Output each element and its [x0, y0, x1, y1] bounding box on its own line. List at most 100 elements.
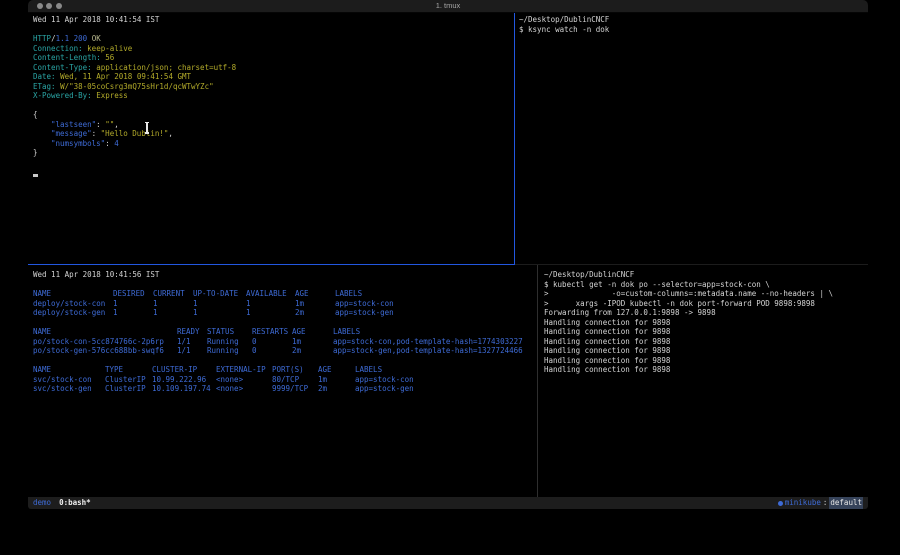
cell: ClusterIP — [105, 384, 152, 394]
cell: <none> — [216, 375, 272, 385]
blank-line — [33, 101, 519, 111]
timestamp-text: Wed 11 Apr 2018 10:41:56 IST — [33, 270, 159, 279]
json-value: "" — [105, 120, 114, 129]
json-field-numsymbols: "numsymbols": 4 — [33, 139, 519, 149]
header-value: W/"38-05coCsrg3mQ75sHr1d/qcWTwYZc" — [60, 82, 214, 91]
output-text: Handling connection for 9898 — [544, 337, 670, 346]
col-header: STATUS — [207, 327, 252, 337]
cell: 80/TCP — [272, 375, 318, 385]
cell: app=stock-gen,pod-template-hash=13277244… — [333, 346, 523, 356]
blank-line — [33, 25, 519, 35]
output-text: $ kubectl get -n dok po --selector=app=s… — [544, 280, 770, 289]
output-text: Forwarding from 127.0.0.1:9898 -> 9898 — [544, 308, 716, 317]
col-header: LABELS — [335, 289, 362, 299]
output-line: Handling connection for 9898 — [544, 365, 868, 375]
cell: 1 — [113, 299, 153, 309]
cell: 1 — [193, 299, 246, 309]
json-value: 4 — [114, 139, 119, 148]
table-row: deploy/stock-con11111mapp=stock-con — [33, 299, 542, 309]
command-text: $ ksync watch -n dok — [519, 25, 609, 34]
col-header: UP-TO-DATE — [193, 289, 246, 299]
cell: app=stock-con — [355, 375, 414, 385]
desktop: 1. tmux Wed 11 Apr 2018 10:41:54 IST HTT… — [0, 0, 900, 555]
cell: app=stock-gen — [355, 384, 414, 394]
header-value: keep-alive — [87, 44, 132, 53]
output-line: Handling connection for 9898 — [544, 337, 868, 347]
cell: app=stock-con — [335, 299, 394, 309]
header-value: 56 — [105, 53, 114, 62]
col-header: AGE — [318, 365, 355, 375]
output-line: Handling connection for 9898 — [544, 356, 868, 366]
output-line: Forwarding from 127.0.0.1:9898 -> 9898 — [544, 308, 868, 318]
col-header: PORT(S) — [272, 365, 318, 375]
header-key: Content-Type: — [33, 63, 92, 72]
pane-http-response[interactable]: Wed 11 Apr 2018 10:41:54 IST HTTP/1.1 20… — [28, 13, 519, 265]
cell: po/stock-gen-576cc688bb-swqf6 — [33, 346, 177, 356]
cell: 1 — [246, 299, 295, 309]
output-text: > -o=custom-columns=:metadata.name --no-… — [544, 289, 833, 298]
status-right: minikube:default — [778, 497, 863, 509]
json-comma: , — [114, 120, 119, 129]
session-name: demo — [33, 498, 51, 507]
window-tab-bash[interactable]: 0:bash* — [59, 498, 91, 507]
output-text: Handling connection for 9898 — [544, 346, 670, 355]
col-header: AVAILABLE — [246, 289, 295, 299]
deployments-table: NAMEDESIREDCURRENTUP-TO-DATEAVAILABLEAGE… — [33, 289, 542, 318]
col-header: EXTERNAL-IP — [216, 365, 272, 375]
cell: Running — [207, 337, 252, 347]
terminal-window: 1. tmux Wed 11 Apr 2018 10:41:54 IST HTT… — [28, 0, 868, 509]
header-key: Content-Length: — [33, 53, 101, 62]
http-header-line: Content-Type:application/json; charset=u… — [33, 63, 519, 73]
services-rows: svc/stock-conClusterIP10.99.222.96<none>… — [33, 375, 542, 394]
cell: 1m — [318, 375, 355, 385]
cell: 2m — [295, 308, 335, 318]
window-title: 1. tmux — [28, 1, 868, 10]
col-header: AGE — [292, 327, 333, 337]
http-header-line: X-Powered-By: Express — [33, 91, 519, 101]
output-line: Handling connection for 9898 — [544, 346, 868, 356]
cell: deploy/stock-gen — [33, 308, 113, 318]
http-status-code: 200 — [74, 34, 88, 43]
col-header: READY — [177, 327, 207, 337]
json-close-brace: } — [33, 148, 519, 158]
http-protocol: HTTP — [33, 34, 51, 43]
context-separator: : — [823, 497, 828, 509]
cell: Running — [207, 346, 252, 356]
output-line: > -o=custom-columns=:metadata.name --no-… — [544, 289, 868, 299]
timestamp-line: Wed 11 Apr 2018 10:41:54 IST — [33, 15, 519, 25]
output-text: > xargs -IPOD kubectl -n dok port-forwar… — [544, 299, 815, 308]
cell: 1/1 — [177, 337, 207, 347]
cell: 10.109.197.74 — [152, 384, 216, 394]
col-header: LABELS — [355, 365, 382, 375]
header-key: X-Powered-By: — [33, 91, 92, 100]
cell: 10.99.222.96 — [152, 375, 216, 385]
blank-line — [33, 158, 519, 168]
cell: svc/stock-con — [33, 375, 105, 385]
blank-line — [33, 318, 542, 328]
cwd-line: ~/Desktop/DublinCNCF — [544, 270, 868, 280]
col-header: CURRENT — [153, 289, 193, 299]
pane-port-forward[interactable]: ~/Desktop/DublinCNCF $ kubectl get -n do… — [538, 265, 868, 497]
http-header-line: ETag:W/"38-05coCsrg3mQ75sHr1d/qcWTwYZc" — [33, 82, 519, 92]
table-row: deploy/stock-gen11112mapp=stock-gen — [33, 308, 542, 318]
json-open-brace: { — [33, 110, 519, 120]
cell: po/stock-con-5cc874766c-2p6rp — [33, 337, 177, 347]
cell: 1/1 — [177, 346, 207, 356]
json-separator: : — [105, 139, 114, 148]
table-row: po/stock-gen-576cc688bb-swqf61/1Running0… — [33, 346, 542, 356]
pane-ksync[interactable]: ~/Desktop/DublinCNCF $ ksync watch -n do… — [515, 13, 868, 265]
cell: <none> — [216, 384, 272, 394]
brace: } — [33, 148, 38, 157]
cell: app=stock-gen — [335, 308, 394, 318]
cell: 1 — [153, 308, 193, 318]
cell: ClusterIP — [105, 375, 152, 385]
pane-kubectl-get[interactable]: Wed 11 Apr 2018 10:41:56 IST NAMEDESIRED… — [28, 265, 542, 497]
header-value: Wed, 11 Apr 2018 09:41:54 GMT — [60, 72, 191, 81]
header-value: Express — [96, 91, 128, 100]
cell: 1 — [193, 308, 246, 318]
cell: 1 — [153, 299, 193, 309]
window-titlebar[interactable]: 1. tmux — [28, 0, 868, 13]
cwd-text: ~/Desktop/DublinCNCF — [544, 270, 634, 279]
port-forward-output: $ kubectl get -n dok po --selector=app=s… — [544, 280, 868, 375]
tmux-content: Wed 11 Apr 2018 10:41:54 IST HTTP/1.1 20… — [28, 13, 868, 497]
